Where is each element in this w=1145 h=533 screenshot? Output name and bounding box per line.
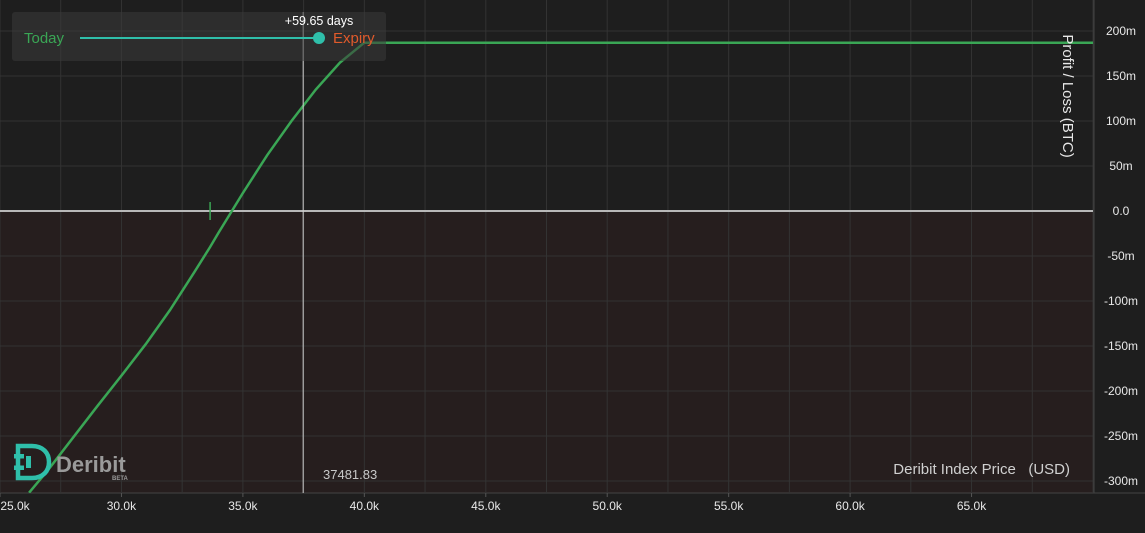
x-tick-label: 25.0k [0,499,30,513]
deribit-logo-text: Deribit [56,452,126,477]
crosshair-price-label: 37481.83 [323,467,377,482]
y-tick-label: 150m [1106,69,1136,83]
y-tick-label: 100m [1106,114,1136,128]
x-tick-label: 30.0k [107,499,137,513]
x-tick-label: 60.0k [835,499,865,513]
x-tick-label: 35.0k [228,499,258,513]
legend-time-slider-handle[interactable] [313,32,325,44]
y-tick-label: -50m [1107,249,1134,263]
x-tick-label: 45.0k [471,499,501,513]
y-tick-label: -100m [1104,294,1138,308]
legend-expiry-label: Expiry [333,30,375,47]
legend: Today +59.65 days Expiry [12,12,386,61]
pnl-chart-svg[interactable]: 200m 150m 100m 50m 0.0 -50m -100m -150m -200m -25… [0,0,1145,533]
legend-today-label: Today [24,30,65,47]
legend-days-label: +59.65 days [285,14,353,28]
chart-background [0,0,1145,533]
y-tick-label: -250m [1104,429,1138,443]
y-tick-label: -200m [1104,384,1138,398]
x-tick-label: 40.0k [350,499,380,513]
pnl-chart[interactable]: 200m 150m 100m 50m 0.0 -50m -100m -150m -200m -25… [0,0,1145,533]
x-tick-label: 50.0k [593,499,623,513]
y-axis-label: Profit / Loss (BTC) [1059,34,1076,157]
x-tick-label: 65.0k [957,499,987,513]
y-tick-label: 0.0 [1113,204,1130,218]
y-tick-label: -300m [1104,474,1138,488]
y-tick-label: 200m [1106,24,1136,38]
y-tick-label: 50m [1109,159,1132,173]
deribit-beta-tag: BETA [112,476,129,482]
y-tick-label: -150m [1104,339,1138,353]
x-axis-label: Deribit Index Price (USD) [893,461,1070,478]
x-tick-label: 55.0k [714,499,744,513]
